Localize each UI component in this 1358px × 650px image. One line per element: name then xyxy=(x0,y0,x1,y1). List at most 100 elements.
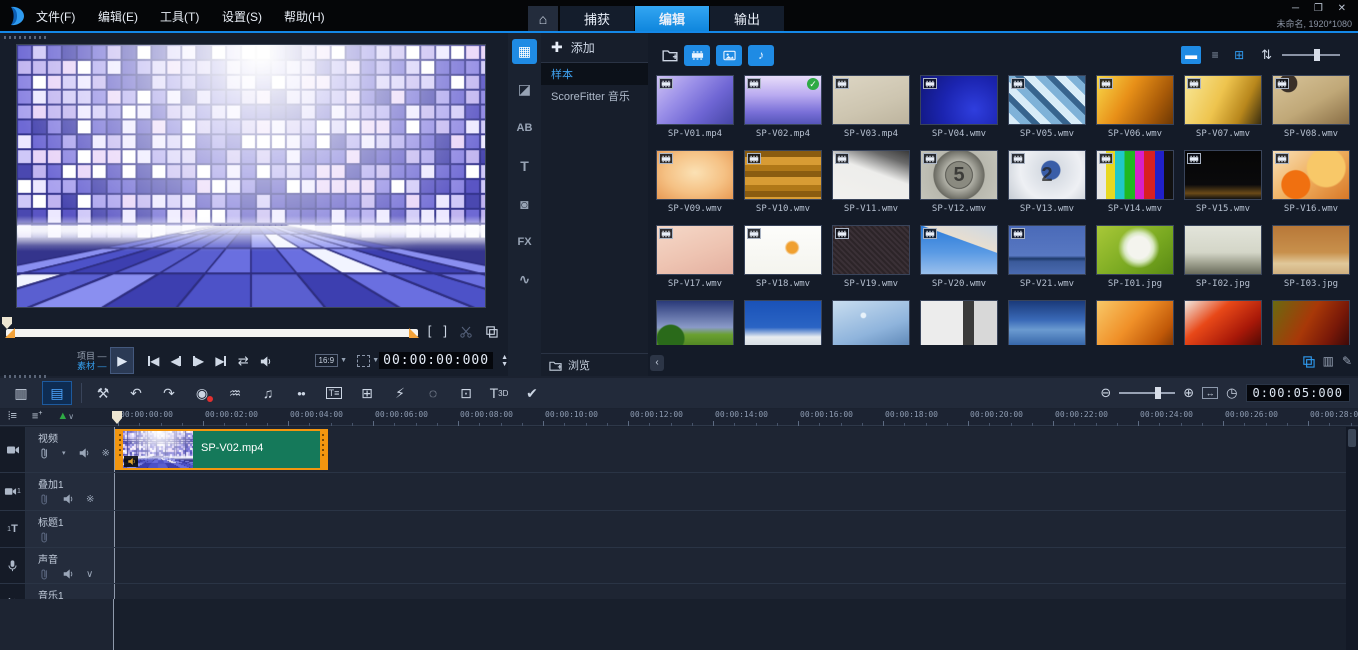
clip-right-handle[interactable] xyxy=(320,431,326,468)
media-thumbnail[interactable] xyxy=(656,225,734,275)
zoom-slider-handle[interactable] xyxy=(1155,387,1161,399)
media-item[interactable]: SP-V03.mp4 xyxy=(828,73,914,148)
filter-audio-button[interactable]: ♪ xyxy=(748,45,774,66)
link-icon[interactable] xyxy=(38,493,50,505)
link-icon[interactable] xyxy=(38,531,50,543)
graphics-category-icon[interactable]: ◙ xyxy=(512,191,537,216)
media-thumbnail[interactable] xyxy=(1184,225,1262,275)
media-item[interactable]: SP-V09.wmv xyxy=(652,148,738,223)
media-thumbnail[interactable] xyxy=(832,75,910,125)
media-thumbnail[interactable] xyxy=(1272,150,1350,200)
media-item[interactable]: SP-V16.wmv xyxy=(1268,148,1354,223)
media-thumbnail[interactable] xyxy=(1272,75,1350,125)
speaker-icon[interactable] xyxy=(62,568,74,580)
window-controls[interactable]: ─ ❐ ✕ xyxy=(1292,3,1352,14)
enlarge-preview-icon[interactable] xyxy=(485,323,498,339)
camera1-track-icon[interactable]: 1 xyxy=(0,473,26,510)
media-item[interactable]: SP-I03.jpg xyxy=(1268,223,1354,298)
media-thumbnail[interactable] xyxy=(1008,75,1086,125)
collapse-nav-button[interactable]: ‹ xyxy=(650,355,664,371)
media-thumbnail[interactable] xyxy=(656,300,734,345)
mark-out-button[interactable]: ] xyxy=(443,323,447,339)
media-thumbnail[interactable] xyxy=(832,300,910,345)
track-manager-icon[interactable]: ⦙≡ xyxy=(8,410,17,423)
media-thumbnail[interactable] xyxy=(920,75,998,125)
media-thumbnail[interactable] xyxy=(1096,300,1174,345)
menu-item-5[interactable]: 帮助(H) xyxy=(284,8,325,25)
project-duration-icon[interactable]: ◷ xyxy=(1226,385,1237,401)
link-dropdown-icon[interactable]: ▾ xyxy=(62,449,66,457)
mark-in-button[interactable]: [ xyxy=(428,323,432,339)
media-item[interactable]: SP-I01.jpg xyxy=(1092,223,1178,298)
timeline-view-button[interactable]: ▤ xyxy=(42,381,72,405)
tab-3[interactable]: 输出 xyxy=(710,6,784,31)
media-thumbnail[interactable] xyxy=(920,300,998,345)
subtitle-editor-button[interactable]: T≡ xyxy=(322,381,346,405)
ripple-edit-icon[interactable]: ▲∨ xyxy=(57,410,74,423)
timeline-clip[interactable]: SP-V02.mp4 xyxy=(115,429,328,470)
prev-frame-button[interactable]: ◀ xyxy=(164,354,186,368)
video-track-lane[interactable]: SP-V02.mp4 xyxy=(114,427,1346,472)
project-mode-label[interactable]: 项目 — xyxy=(0,351,106,361)
track-transparency-button[interactable]: ⊡ xyxy=(454,381,478,405)
play-button[interactable]: ▶ xyxy=(110,347,133,374)
media-item[interactable]: SP-V06.wmv xyxy=(1092,73,1178,148)
media-item[interactable]: SP-V11.wmv xyxy=(828,148,914,223)
filter-fx-category-icon[interactable]: FX xyxy=(512,229,537,254)
link-icon[interactable] xyxy=(38,568,50,580)
system-volume-button[interactable] xyxy=(254,353,276,367)
selection-tool-button[interactable] xyxy=(357,355,370,367)
media-thumbnail[interactable] xyxy=(1096,225,1174,275)
sound-mixer-button[interactable]: ♒ xyxy=(223,381,247,405)
media-thumbnail[interactable] xyxy=(1272,225,1350,275)
media-thumbnail[interactable] xyxy=(1008,225,1086,275)
ripple-icon[interactable]: ※ xyxy=(102,448,110,459)
media-item[interactable]: SP-V15.wmv xyxy=(1180,148,1266,223)
link-icon[interactable] xyxy=(38,447,50,459)
media-thumbnail[interactable] xyxy=(744,150,822,200)
edit-info-icon[interactable]: ✎ xyxy=(1342,354,1352,368)
media-thumbnail[interactable] xyxy=(1272,300,1350,345)
media-item[interactable]: SP-V18.wmv xyxy=(740,223,826,298)
preview-playhead-flag[interactable] xyxy=(2,317,12,329)
media-thumbnail[interactable] xyxy=(832,225,910,275)
thumb-size-slider[interactable] xyxy=(1282,54,1340,56)
grid-view-button[interactable]: ⊞ xyxy=(1229,46,1249,64)
import-media-icon[interactable] xyxy=(662,46,678,64)
undo-button[interactable]: ↶ xyxy=(124,381,148,405)
overlay-track-header[interactable]: 叠加1※ xyxy=(26,473,114,510)
add-folder-row[interactable]: ✚添加 xyxy=(541,33,648,63)
timeline-ruler[interactable]: ⦙≡ ≡+ ▲∨ 00:00:00:0000:00:02:0000:00:04:… xyxy=(0,409,1358,426)
media-item[interactable]: SP-V08.wmv xyxy=(1268,73,1354,148)
title-track-lane[interactable] xyxy=(114,511,1346,547)
next-frame-button[interactable]: ▶ xyxy=(187,354,209,368)
loop-button[interactable]: ⇄ xyxy=(232,353,254,369)
media-item[interactable] xyxy=(1092,298,1178,345)
media-item[interactable] xyxy=(1180,298,1266,345)
preview-timecode[interactable]: 00:00:00:000 xyxy=(379,352,493,369)
trim-start-handle[interactable] xyxy=(5,328,15,338)
media-thumbnail[interactable] xyxy=(656,150,734,200)
speaker-icon[interactable] xyxy=(62,493,74,505)
redo-button[interactable]: ↷ xyxy=(157,381,181,405)
media-thumbnail[interactable] xyxy=(744,225,822,275)
tab-1[interactable]: 捕获 xyxy=(560,6,634,31)
media-thumbnail[interactable] xyxy=(1184,150,1262,200)
timeline-scrollbar[interactable] xyxy=(1346,427,1358,650)
tab-2[interactable]: 编辑 xyxy=(635,6,709,31)
media-item[interactable] xyxy=(652,298,738,345)
media-item[interactable]: SP-V04.wmv xyxy=(916,73,1002,148)
home-tab-button[interactable]: ⌂ xyxy=(528,6,558,31)
media-thumbnail[interactable] xyxy=(1096,75,1174,125)
media-thumbnail[interactable] xyxy=(1096,150,1174,200)
media-item[interactable] xyxy=(1268,298,1354,345)
go-end-button[interactable]: ▶ xyxy=(209,354,231,368)
tools-button[interactable]: ⚒ xyxy=(91,381,115,405)
browse-button[interactable]: 浏览 xyxy=(541,353,648,376)
camera-track-icon[interactable] xyxy=(0,427,26,472)
category-item-2[interactable]: ScoreFitter 音乐 xyxy=(541,85,648,107)
aspect-dropdown-icon[interactable]: ▼ xyxy=(340,357,347,364)
media-item[interactable]: SP-I02.jpg xyxy=(1180,223,1266,298)
zoom-in-button[interactable]: ⊕ xyxy=(1183,385,1194,401)
menu-item-1[interactable]: 文件(F) xyxy=(36,8,75,25)
